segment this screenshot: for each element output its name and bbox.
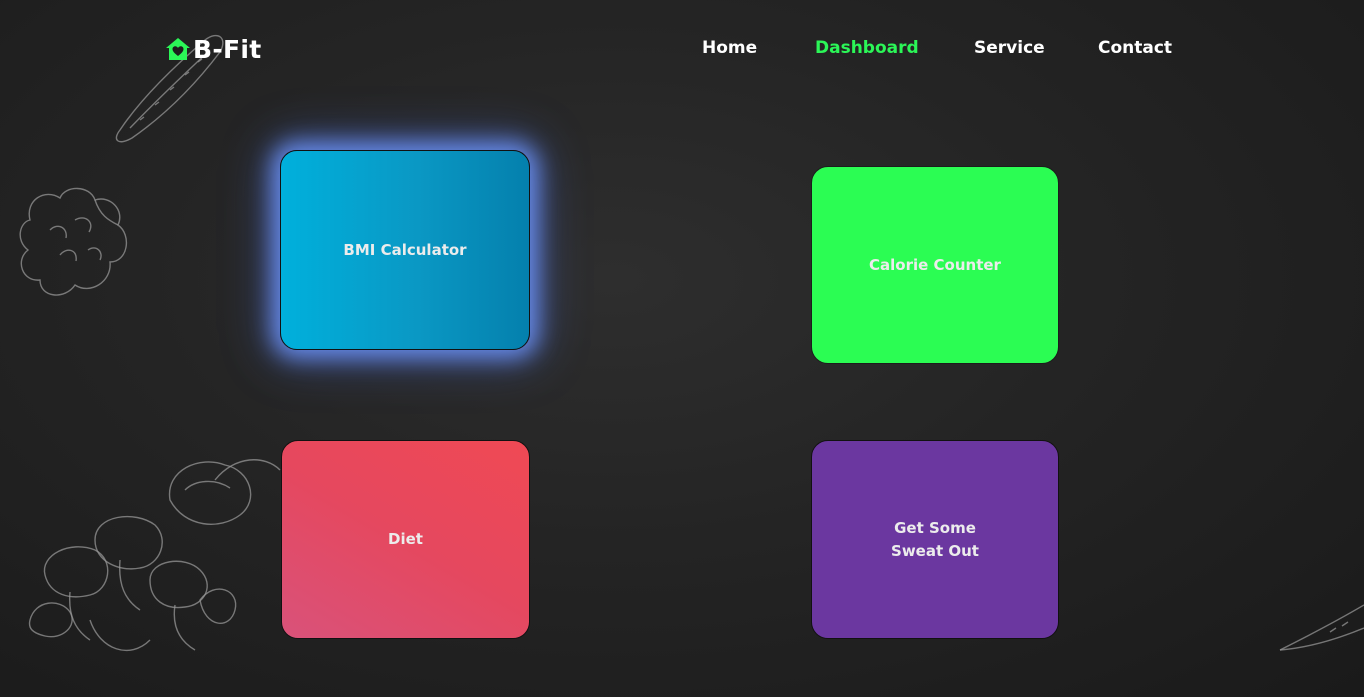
brand-logo[interactable]: B-Fit: [165, 31, 262, 67]
sweat-out-label-line2: Sweat Out: [891, 541, 979, 560]
diet-card[interactable]: Diet: [281, 440, 530, 639]
nav-link-home[interactable]: Home: [702, 38, 757, 58]
top-navbar: B-Fit Home Dashboard Service Contact: [0, 0, 1364, 98]
knife-doodle: [1279, 604, 1364, 651]
chalk-doodles-background: [19, 34, 1364, 651]
home-heart-icon: [166, 38, 190, 60]
nav-link-contact[interactable]: Contact: [1098, 38, 1172, 58]
nav-link-dashboard[interactable]: Dashboard: [815, 38, 919, 58]
cauliflower-doodle: [19, 187, 128, 296]
bmi-calculator-label: BMI Calculator: [343, 240, 467, 259]
sweat-out-card[interactable]: Get Some Sweat Out: [811, 440, 1059, 639]
brand-name: B-Fit: [193, 34, 262, 64]
sweat-out-label-line1: Get Some: [894, 518, 976, 537]
calorie-counter-label: Calorie Counter: [869, 255, 1001, 274]
sweat-out-label: Get Some Sweat Out: [891, 517, 979, 563]
calorie-counter-card[interactable]: Calorie Counter: [811, 166, 1059, 364]
bmi-calculator-card[interactable]: BMI Calculator: [280, 150, 530, 350]
mushrooms-doodle: [28, 459, 281, 651]
diet-label: Diet: [388, 530, 423, 548]
nav-link-service[interactable]: Service: [974, 38, 1045, 58]
